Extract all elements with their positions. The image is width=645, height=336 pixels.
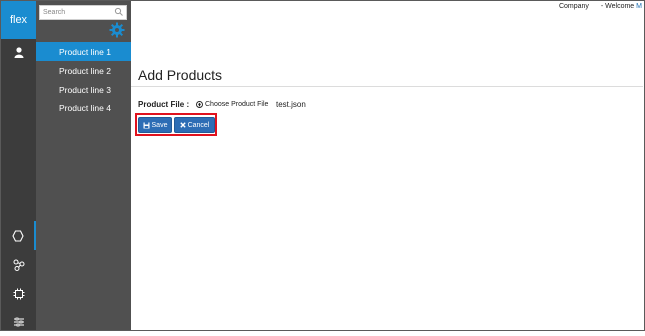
cancel-label: Cancel (187, 121, 210, 129)
sidebar-item-label: Product line 4 (59, 102, 111, 113)
close-icon (179, 122, 186, 128)
sidebar-item-product-line-3[interactable]: Product line 3 (36, 80, 131, 99)
floppy-icon (143, 122, 150, 128)
user-icon[interactable] (1, 39, 36, 65)
sliders-icon[interactable] (1, 307, 36, 336)
sidebar-item-product-line-2[interactable]: Product line 2 (36, 61, 131, 80)
logo-text: flex (9, 14, 28, 26)
sidebar: Search Product line 1 Product line 2 Pro… (36, 1, 131, 330)
save-label: Save (151, 121, 168, 129)
search-placeholder: Search (43, 9, 66, 16)
welcome-text: - Welcome (600, 3, 635, 10)
app-logo[interactable]: flex (1, 1, 36, 39)
share-icon[interactable] (1, 250, 36, 279)
page-title: Add Products (138, 67, 223, 83)
save-button[interactable]: Save (138, 117, 172, 133)
chip-icon[interactable] (1, 279, 36, 308)
sidebar-item-label: Product line 2 (59, 65, 111, 76)
search-icon[interactable] (114, 7, 124, 17)
top-header: Company - Welcome M Add Products (131, 1, 643, 87)
header-info: Company - Welcome M (559, 3, 642, 10)
sidebar-item-product-line-4[interactable]: Product line 4 (36, 98, 131, 117)
upload-icon (196, 101, 203, 108)
icon-rail: flex (1, 1, 36, 330)
user-name-link[interactable]: M (636, 3, 642, 10)
choose-file-button[interactable]: Choose Product File (196, 101, 268, 108)
company-name: Company (558, 3, 589, 10)
sidebar-item-product-line-1[interactable]: Product line 1 (36, 42, 131, 61)
product-file-label: Product File : (138, 100, 190, 109)
sidebar-item-label: Product line 3 (59, 84, 111, 95)
selected-file-name: test.json (276, 100, 306, 109)
cancel-button[interactable]: Cancel (174, 117, 215, 133)
choose-file-label: Choose Product File (205, 101, 269, 108)
search-input[interactable]: Search (39, 5, 127, 20)
gear-icon[interactable] (109, 22, 125, 38)
sidebar-item-label: Product line 1 (59, 46, 111, 57)
hexagon-icon[interactable] (1, 221, 36, 250)
